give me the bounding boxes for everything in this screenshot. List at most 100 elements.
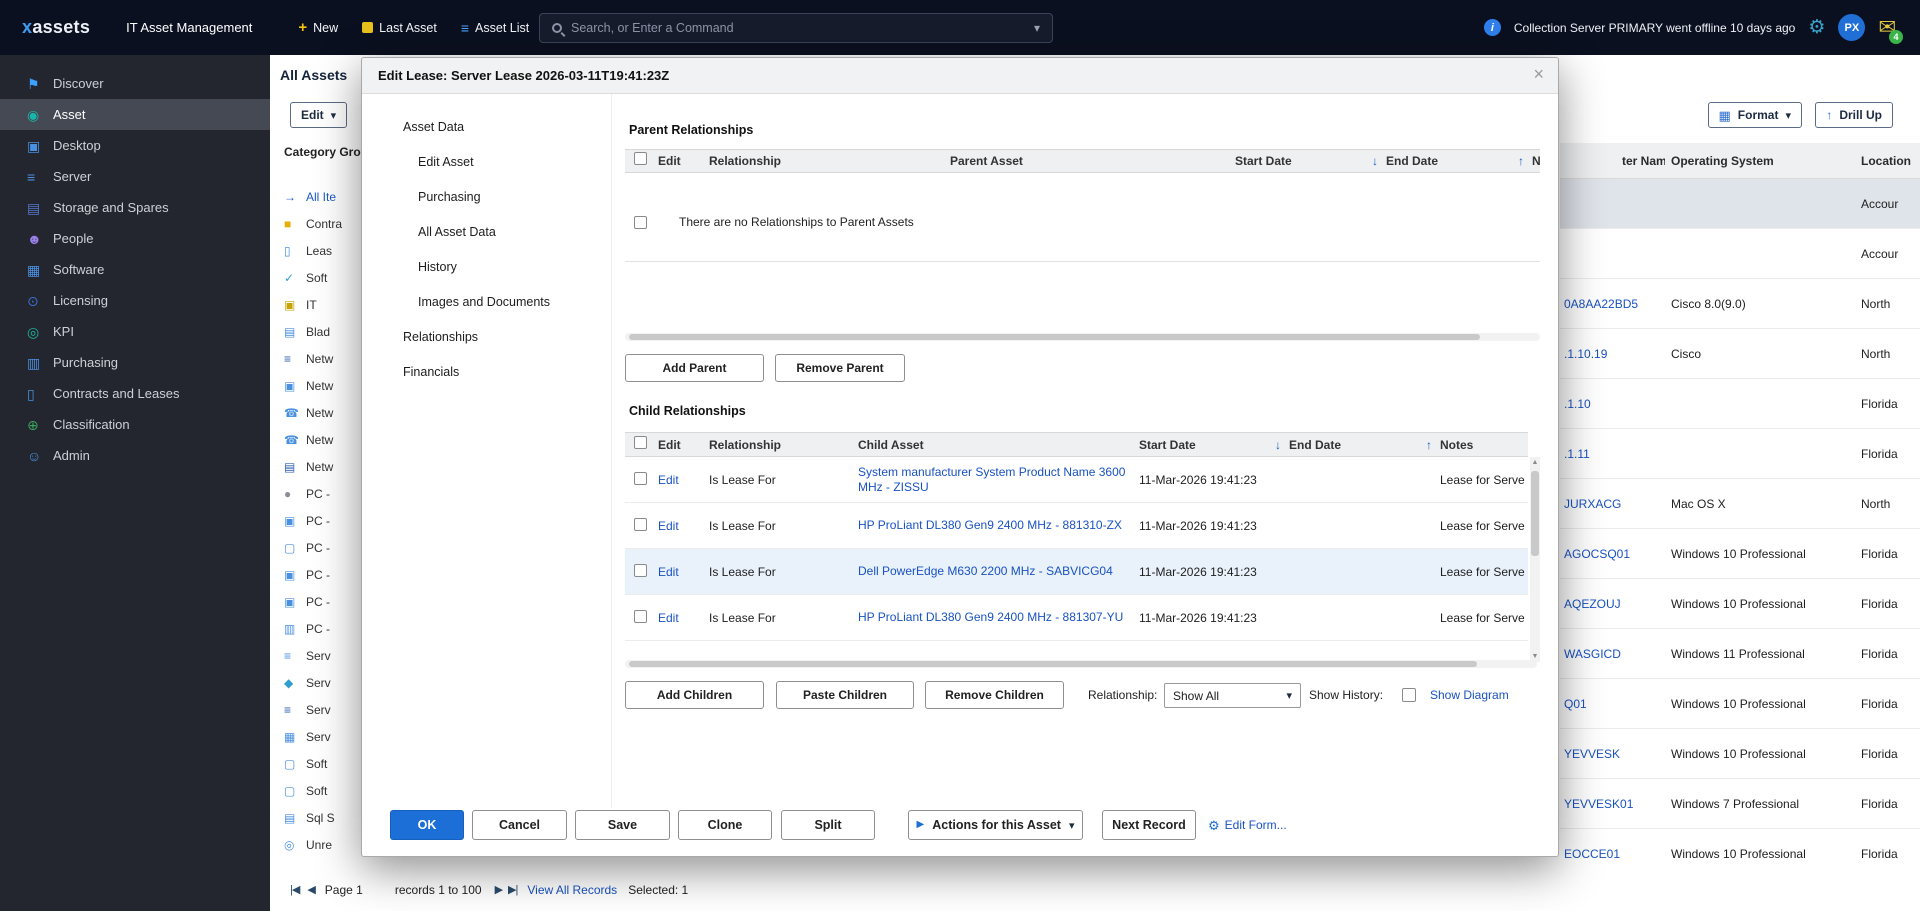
sidebar-item[interactable]: ◉ Asset [0,99,270,130]
clone-button[interactable]: Clone [678,810,772,840]
column-operating-system[interactable]: Operating System [1671,154,1774,168]
column-relationship[interactable]: Relationship [705,154,946,168]
ok-button[interactable]: OK [390,810,464,840]
sidebar-item[interactable]: ≡ Server [0,161,270,192]
avatar[interactable]: PX [1838,14,1865,41]
command-search[interactable]: ▾ [539,13,1053,43]
edit-link[interactable]: Edit [658,519,679,533]
scroll-up-icon[interactable]: ▲ [1530,457,1540,468]
column-edit[interactable]: Edit [654,438,705,452]
child-asset-link[interactable]: HP ProLiant DL380 Gen9 2400 MHz - 881310… [858,518,1122,532]
asset-row[interactable]: 0A8AA22BD5 Cisco 8.0(9.0) North [1560,279,1920,329]
show-history-checkbox[interactable] [1402,688,1416,702]
scrollbar-thumb[interactable] [1531,471,1539,556]
add-children-button[interactable]: Add Children [625,681,764,709]
column-parent-asset[interactable]: Parent Asset [946,154,1231,168]
child-relationship-row[interactable]: Edit Is Lease For Dell PowerEdge M630 22… [625,549,1528,595]
child-relationship-row[interactable]: Edit Is Lease For HP ProLiant DL380 Gen9… [625,503,1528,549]
relationship-filter-select[interactable]: Show All▾ [1164,683,1301,708]
column-notes[interactable]: Notes [1436,438,1528,452]
show-diagram-link[interactable]: Show Diagram [1430,681,1509,709]
format-button[interactable]: ▦Format▾ [1708,102,1803,128]
last-asset-button[interactable]: Last Asset [362,21,437,35]
asset-row[interactable]: Accour [1560,179,1920,229]
drill-up-button[interactable]: ↑Drill Up [1815,102,1893,128]
cancel-button[interactable]: Cancel [472,810,567,840]
select-all-checkbox[interactable] [634,436,647,449]
asset-name-link[interactable]: YEVVESK [1564,747,1620,761]
child-asset-link[interactable]: System manufacturer System Product Name … [858,465,1125,494]
child-vertical-scrollbar[interactable]: ▲ ▼ [1530,457,1540,662]
actions-for-asset-button[interactable]: ▶Actions for this Asset▾ [908,810,1083,840]
next-record-button[interactable]: Next Record [1102,810,1196,840]
asset-row[interactable]: .1.11 Florida [1560,429,1920,479]
column-relationship[interactable]: Relationship [705,438,854,452]
asset-name-link[interactable]: .1.10.19 [1564,347,1607,361]
sidebar-item[interactable]: ◎ KPI [0,316,270,347]
sidebar-item[interactable]: ▥ Purchasing [0,347,270,378]
asset-row[interactable]: .1.10.19 Cisco North [1560,329,1920,379]
dialog-nav-item[interactable]: All Asset Data [362,215,611,250]
edit-link[interactable]: Edit [658,473,679,487]
search-chevron-down-icon[interactable]: ▾ [1034,21,1040,35]
remove-parent-button[interactable]: Remove Parent [775,354,905,382]
sidebar-item[interactable]: ☻ People [0,223,270,254]
edit-link[interactable]: Edit [658,565,679,579]
child-asset-link[interactable]: Dell PowerEdge M630 2200 MHz - SABVICG04 [858,564,1113,578]
column-start-date[interactable]: Start Date↓ [1231,154,1382,168]
asset-name-link[interactable]: WASGICD [1564,647,1621,661]
child-relationship-row[interactable]: Edit Is Lease For HP ProLiant DL380 Gen9… [625,595,1528,641]
asset-name-link[interactable]: AGOCSQ01 [1564,547,1630,561]
sort-down-icon[interactable]: ↓ [1372,155,1378,167]
select-all-checkbox[interactable] [634,152,647,165]
paste-children-button[interactable]: Paste Children [776,681,914,709]
row-checkbox[interactable] [634,610,647,623]
remove-children-button[interactable]: Remove Children [925,681,1064,709]
sidebar-item[interactable]: ▣ Desktop [0,130,270,161]
last-page-icon[interactable]: ▶| [508,883,517,896]
dialog-nav-item[interactable]: Asset Data [362,110,611,145]
column-notes[interactable]: N [1528,154,1540,168]
gear-icon[interactable]: ⚙ [1808,18,1825,37]
column-end-date[interactable]: End Date↑ [1382,154,1528,168]
sort-up-icon[interactable]: ↑ [1518,155,1524,167]
split-button[interactable]: Split [781,810,875,840]
sidebar-item[interactable]: ⚑ Discover [0,68,270,99]
asset-row[interactable]: YEVVESK01 Windows 7 Professional Florida [1560,779,1920,829]
sidebar-item[interactable]: ⊙ Licensing [0,285,270,316]
asset-name-link[interactable]: AQEZOUJ [1564,597,1621,611]
scrollbar-thumb[interactable] [629,334,1480,340]
asset-name-link[interactable]: JURXACG [1564,497,1621,511]
child-asset-link[interactable]: HP ProLiant DL380 Gen9 2400 MHz - 881307… [858,610,1123,624]
column-start-date[interactable]: Start Date↓ [1135,438,1285,452]
asset-row[interactable]: Q01 Windows 10 Professional Florida [1560,679,1920,729]
scrollbar-thumb[interactable] [629,661,1477,667]
first-page-icon[interactable]: |◀ [290,883,299,896]
sidebar-item[interactable]: ▦ Software [0,254,270,285]
column-computer-name[interactable]: ter Name [1622,154,1665,168]
asset-name-link[interactable]: EOCCE01 [1564,847,1620,861]
close-icon[interactable]: × [1533,65,1544,83]
edit-link[interactable]: Edit [658,611,679,625]
asset-name-link[interactable]: Q01 [1564,697,1587,711]
info-icon[interactable]: i [1484,19,1501,36]
row-checkbox[interactable] [634,564,647,577]
app-logo[interactable]: xassets [22,17,90,38]
dialog-nav-item[interactable]: Images and Documents [362,285,611,320]
parent-horizontal-scrollbar[interactable] [625,333,1540,341]
edit-button[interactable]: Edit▾ [290,102,347,128]
asset-name-link[interactable]: 0A8AA22BD5 [1564,297,1638,311]
search-input[interactable] [571,21,1034,35]
row-checkbox[interactable] [634,216,647,229]
save-button[interactable]: Save [575,810,670,840]
dialog-nav-item[interactable]: Financials [362,355,611,390]
dialog-nav-item[interactable]: Purchasing [362,180,611,215]
sort-up-icon[interactable]: ↑ [1426,439,1432,451]
column-child-asset[interactable]: Child Asset [854,438,1135,452]
column-end-date[interactable]: End Date↑ [1285,438,1436,452]
column-location[interactable]: Location [1861,154,1911,168]
view-all-records-link[interactable]: View All Records [527,883,617,897]
row-checkbox[interactable] [634,472,647,485]
sidebar-item[interactable]: ☺ Admin [0,440,270,471]
sort-down-icon[interactable]: ↓ [1275,439,1281,451]
